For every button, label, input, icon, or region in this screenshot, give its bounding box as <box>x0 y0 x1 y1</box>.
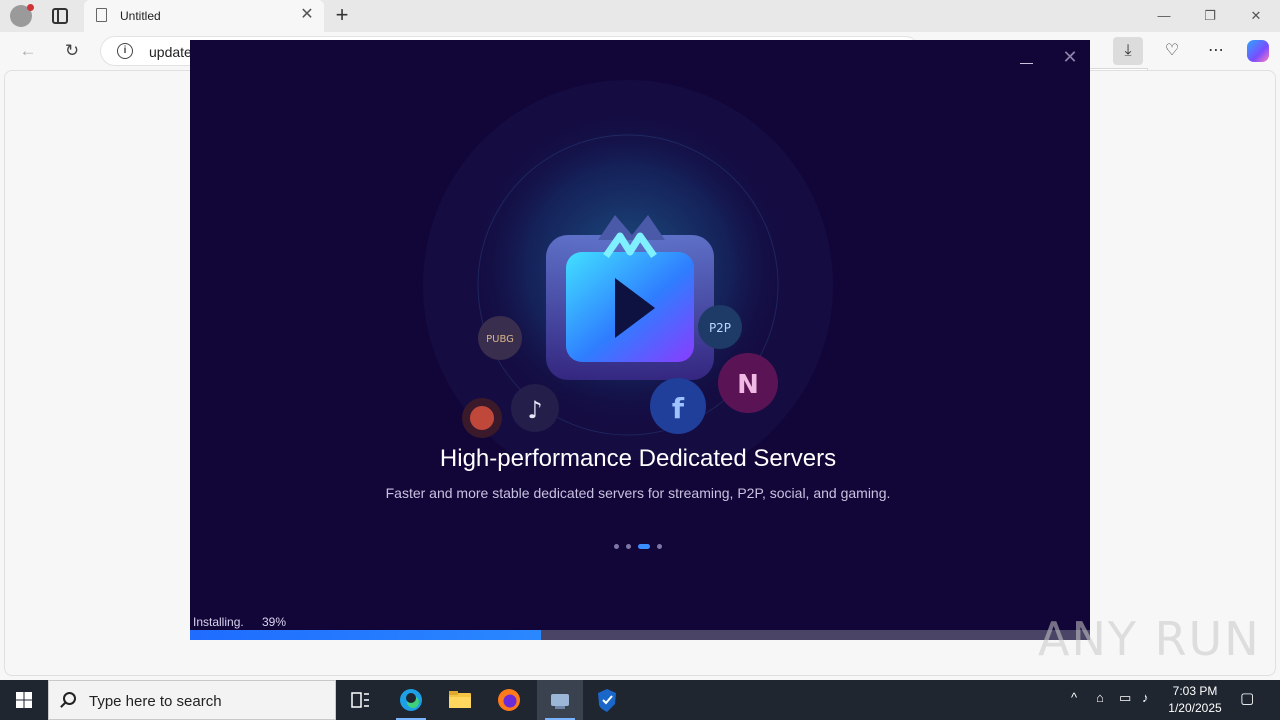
restore-icon[interactable]: ❐ <box>1200 6 1220 26</box>
install-progress-fill <box>190 630 541 640</box>
notifications-icon[interactable]: ▢ <box>1240 689 1254 707</box>
search-placeholder: Type here to search <box>89 693 222 710</box>
installer-minimize-icon[interactable] <box>1020 50 1034 66</box>
browser-tab-bar: Untitled ✕ + — ❐ ✕ <box>0 0 1280 32</box>
tab-actions-icon[interactable] <box>52 8 68 24</box>
new-tab-button[interactable]: + <box>330 3 354 27</box>
firefox-icon[interactable] <box>486 680 532 720</box>
copilot-icon[interactable] <box>1243 37 1273 65</box>
game-badge-icon <box>462 398 502 438</box>
watermark: ANY RUN <box>1038 612 1261 666</box>
task-view-icon[interactable] <box>337 680 383 720</box>
installer-taskbar-icon[interactable] <box>537 680 583 720</box>
back-arrow-icon[interactable]: ← <box>17 40 39 62</box>
svg-text:f: f <box>672 392 685 425</box>
install-status: Installing. <box>193 615 244 629</box>
installer-subheading: Faster and more stable dedicated servers… <box>385 485 891 501</box>
edge-icon[interactable] <box>388 680 434 720</box>
taskbar-clock[interactable]: 7:03 PM 1/20/2025 <box>1160 683 1230 717</box>
svg-text:N: N <box>737 370 759 400</box>
windows-start-icon[interactable] <box>0 680 48 720</box>
file-explorer-icon[interactable] <box>437 680 483 720</box>
downloads-icon[interactable]: ⤓ <box>1113 37 1143 65</box>
search-icon <box>63 692 76 705</box>
refresh-icon[interactable]: ↻ <box>61 40 83 62</box>
close-window-icon[interactable]: ✕ <box>1246 6 1266 26</box>
meet-now-icon[interactable]: ⌂ <box>1096 690 1104 705</box>
tab-title: Untitled <box>120 9 161 23</box>
network-icon[interactable]: ▭ <box>1119 690 1131 706</box>
installer-close-icon[interactable]: ✕ <box>1059 46 1081 68</box>
netflix-badge-icon: N <box>718 353 778 413</box>
clock-time: 7:03 PM <box>1172 684 1218 698</box>
security-shield-icon[interactable] <box>584 680 630 720</box>
p2p-badge-icon: P2P <box>698 305 742 349</box>
tiktok-badge-icon: ♪ <box>511 384 559 432</box>
installer-window: ✕ PUBG P2P N f ♪ High-performance Dedica… <box>190 40 1090 640</box>
carousel-dot[interactable] <box>614 543 619 549</box>
taskbar: Type here to search ^ ⌂ ▭ ♪ 7:03 PM 1/20… <box>0 680 1280 720</box>
browser-essentials-icon[interactable]: ♡ <box>1157 37 1187 65</box>
installer-heading: High-performance Dedicated Servers <box>439 445 837 472</box>
site-info-icon[interactable]: i <box>117 43 133 59</box>
facebook-badge-icon: f <box>650 378 706 434</box>
carousel-dot[interactable] <box>657 543 662 549</box>
taskbar-search-box[interactable]: Type here to search <box>48 680 336 720</box>
install-percent: 39% <box>262 615 287 629</box>
address-url: update <box>149 44 192 60</box>
page-icon <box>96 8 107 22</box>
tab-close-icon[interactable]: ✕ <box>298 6 316 24</box>
carousel-dot[interactable] <box>638 543 650 549</box>
hero-illustration: PUBG P2P N f ♪ <box>423 80 833 460</box>
install-progress-bar <box>190 630 1090 640</box>
more-menu-icon[interactable]: ⋯ <box>1201 37 1231 65</box>
volume-icon[interactable]: ♪ <box>1142 690 1149 705</box>
carousel-dot[interactable] <box>626 543 631 549</box>
carousel-indicator <box>190 543 1086 549</box>
clock-date: 1/20/2025 <box>1168 701 1222 715</box>
svg-text:P2P: P2P <box>709 321 731 335</box>
minimize-icon[interactable]: — <box>1154 6 1174 26</box>
pubg-badge-icon: PUBG <box>478 316 522 360</box>
svg-text:PUBG: PUBG <box>486 334 514 345</box>
tray-overflow-icon[interactable]: ^ <box>1071 690 1077 705</box>
svg-text:♪: ♪ <box>527 396 542 424</box>
browser-tab[interactable]: Untitled ✕ <box>84 0 324 32</box>
profile-avatar-icon[interactable] <box>10 4 34 27</box>
